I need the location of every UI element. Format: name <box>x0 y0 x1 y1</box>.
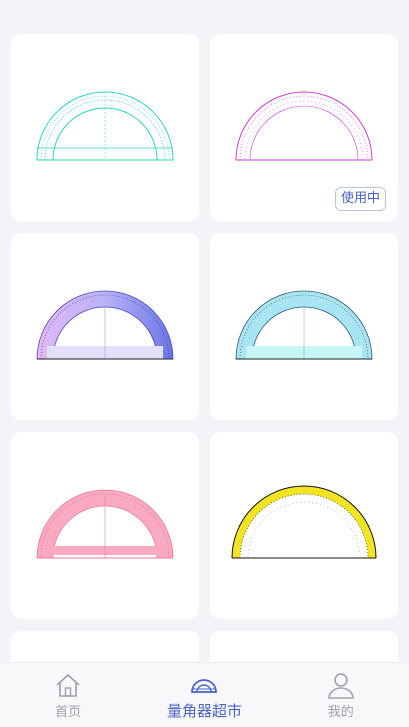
home-icon <box>56 673 80 697</box>
protractor-card-pink[interactable] <box>11 432 199 619</box>
tab-home-label: 首页 <box>55 704 82 720</box>
protractor-card-partial-right[interactable] <box>210 631 398 663</box>
protractor-card-teal[interactable] <box>11 34 199 221</box>
tab-mine-label: 我的 <box>327 704 354 720</box>
user-icon <box>328 672 354 699</box>
tab-protractor-market-label: 量角器超市 <box>166 701 242 720</box>
protractor-card-magenta[interactable]: 使用中 <box>210 34 398 221</box>
protractor-icon <box>191 678 218 693</box>
product-grid: 使用中 <box>11 34 398 663</box>
protractor-teal-image <box>36 91 174 161</box>
protractor-cyan-image <box>235 290 373 360</box>
protractor-purple-image <box>36 290 174 360</box>
bottom-tab-bar: 首页 量角器超市 我的 <box>0 662 409 727</box>
in-use-badge: 使用中 <box>334 187 386 211</box>
protractor-pink-image <box>36 489 174 559</box>
protractor-card-yellow[interactable] <box>210 432 398 619</box>
protractor-card-purple[interactable] <box>11 233 199 420</box>
tab-protractor-market[interactable]: 量角器超市 <box>144 670 264 721</box>
protractor-card-cyan[interactable] <box>210 233 398 420</box>
tab-home[interactable]: 首页 <box>8 671 128 720</box>
protractor-card-partial-left[interactable] <box>11 631 199 663</box>
tab-mine[interactable]: 我的 <box>281 671 401 720</box>
protractor-yellow-image <box>231 485 377 559</box>
